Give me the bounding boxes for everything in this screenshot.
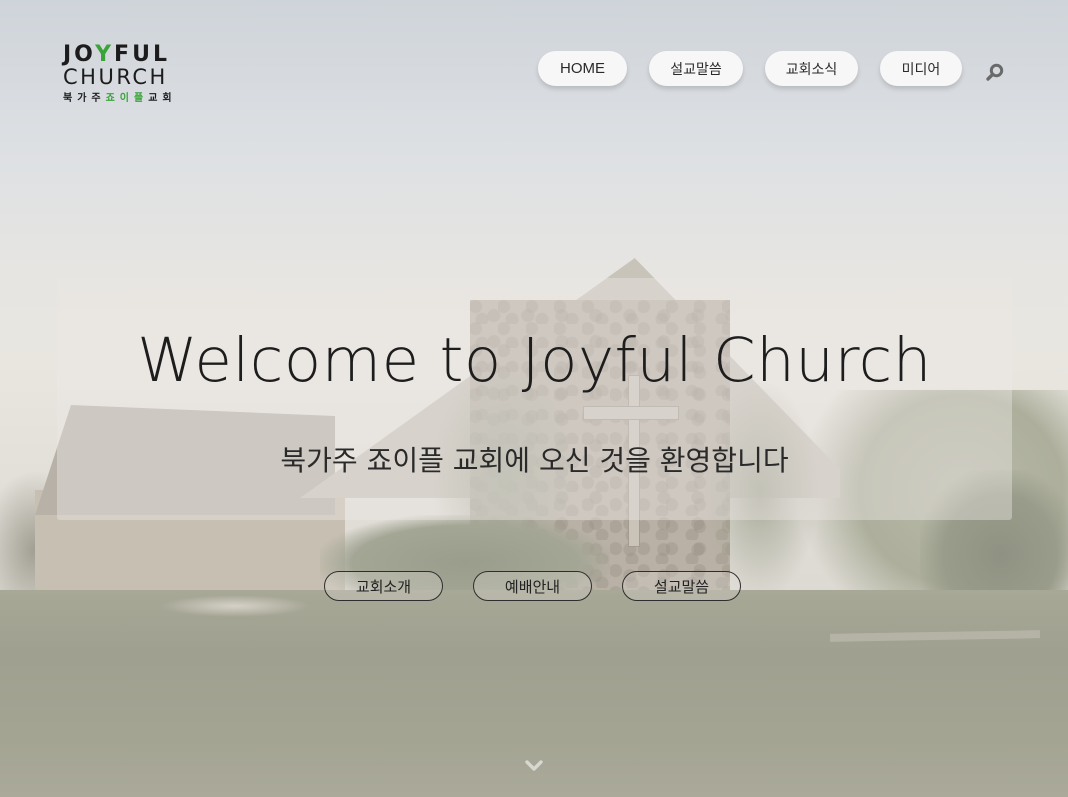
logo-wordmark-joyful: JOYFUL (63, 44, 193, 66)
logo-wordmark-church: CHURCH (63, 65, 168, 89)
logo-sub-end: 교회 (148, 93, 177, 104)
nav-home[interactable]: HOME (538, 51, 627, 86)
logo-korean-name: 북가주죠이플교회 (63, 89, 193, 104)
cta-sermons-button[interactable]: 설교말씀 (622, 571, 741, 601)
hero-banner: Welcome to Joyful Church 북가주 죠이플 교회에 오신 … (57, 278, 1012, 520)
nav-media[interactable]: 미디어 (880, 51, 962, 86)
cta-worship-info-button[interactable]: 예배안내 (473, 571, 592, 601)
nav-sermons[interactable]: 설교말씀 (649, 51, 743, 86)
logo-sub-green: 죠이플 (105, 93, 149, 104)
main-nav: HOME 설교말씀 교회소식 미디어 (538, 51, 962, 86)
search-icon-glyph (986, 63, 1004, 81)
hero-subtitle: 북가주 죠이플 교회에 오신 것을 환영합니다 (280, 444, 789, 477)
chevron-down-icon[interactable] (524, 758, 544, 772)
nav-church-news[interactable]: 교회소식 (765, 51, 858, 86)
hero-title: Welcome to Joyful Church (137, 325, 932, 396)
logo-sub-start: 북가주 (63, 93, 106, 104)
church-logo[interactable]: JOYFUL CHURCH 북가주죠이플교회 (63, 44, 193, 105)
cta-church-intro-button[interactable]: 교회소개 (324, 571, 443, 601)
cta-buttons: 교회소개 예배안내 설교말씀 (324, 571, 741, 601)
logo-text-y: Y (95, 42, 115, 67)
logo-text-jo: JO (63, 42, 96, 67)
search-icon[interactable] (985, 62, 1005, 82)
logo-text-ful: FUL (114, 42, 170, 67)
chevron-down-glyph (525, 760, 543, 771)
rocks (160, 595, 310, 617)
